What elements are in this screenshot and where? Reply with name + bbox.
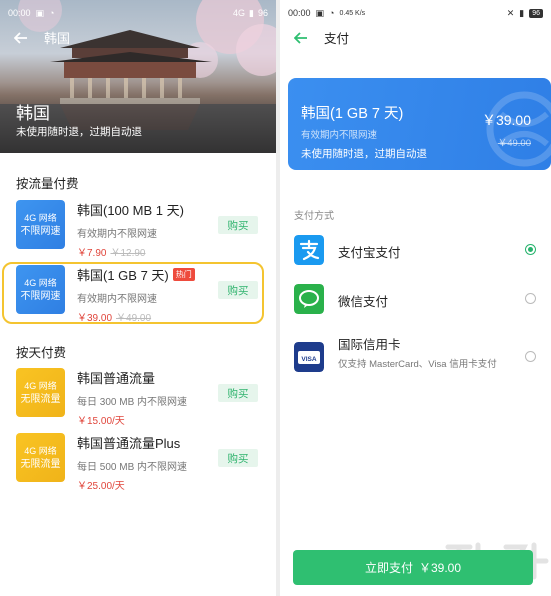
payment-method-alipay[interactable]: 支付宝支付 [294,235,544,265]
network-speed: 0.45 K/s [339,9,366,17]
alipay-icon [294,235,324,265]
network-label: 4G [233,8,246,18]
svg-text:VISA: VISA [301,356,316,363]
plan-item[interactable]: 4G 网络 无限流量 韩国普通流量Plus 每日 500 MB 内不限网速 ￥2… [16,433,264,497]
status-time: 00:00 [288,8,311,18]
plan-price: ￥7.90 [77,248,107,259]
payment-method-label: 支付方式 [294,211,334,222]
order-plan-name: 韩国(1 GB 7 天) [301,106,404,122]
plan-list-screen: 00:00 ▣ ◔ 4G ▮ 96 韩国 韩国 未使用随时退，过期自动退 按流量… [0,0,276,596]
hero-country: 韩国 [16,104,50,123]
radio-unselected[interactable] [525,293,536,304]
top-nav: 支付 [294,28,349,47]
signal-icon: ▮ [519,7,525,18]
nav-title: 支付 [324,32,350,46]
plan-item[interactable]: 4G 网络 不限网速 韩国(100 MB 1 天) 有效期内不限网速 ￥7.90… [16,200,264,264]
payment-method-desc: 仅支持 MasterCard、Visa 信用卡支付 [338,359,497,370]
buy-button[interactable]: 购买 [218,281,258,299]
payment-method-credit-card[interactable]: VISA 国际信用卡 仅支持 MasterCard、Visa 信用卡支付 [294,334,544,372]
back-arrow-icon[interactable] [294,31,308,44]
wifi-icon: ◔ [329,8,335,18]
signal-icon: ▮ [249,7,254,18]
order-refund-note: 未使用随时退，过期自动退 [301,148,427,160]
plan-badge: 4G 网络 不限网速 [16,265,65,314]
hero-banner: 00:00 ▣ ◔ 4G ▮ 96 韩国 韩国 未使用随时退，过期自动退 [0,0,276,153]
hot-badge: 热门 [172,268,195,281]
plan-old-price: ￥12.90 [110,248,146,259]
status-time: 00:00 [8,8,31,18]
plan-name: 韩国(1 GB 7 天) [77,268,169,283]
section-daily-title: 按天付费 [16,346,67,360]
payment-method-name: 国际信用卡 [338,338,401,352]
payment-method-name: 支付宝支付 [338,246,401,260]
order-old-price: ￥49.00 [497,138,531,149]
radio-unselected[interactable] [525,351,536,362]
top-nav: 韩国 [14,28,70,47]
plan-old-price: ￥49.00 [116,313,152,324]
plan-badge: 4G 网络 不限网速 [16,200,65,249]
order-plan-desc: 有效期内不限网速 [301,130,378,141]
notification-icon: ▣ [315,7,325,18]
pay-now-button[interactable]: 立即支付 ￥39.00 [293,550,533,585]
pay-button-amount: ￥39.00 [418,561,462,575]
plan-item[interactable]: 4G 网络 无限流量 韩国普通流量 每日 300 MB 内不限网速 ￥15.00… [16,368,264,432]
mute-icon: ✕ [506,7,515,18]
buy-button[interactable]: 购买 [218,384,258,402]
buy-button[interactable]: 购买 [218,216,258,234]
plan-price-row: ￥7.90 ￥12.90 [77,244,264,259]
section-traffic-title: 按流量付费 [16,177,79,191]
status-bar: 00:00 ▣ ◔ 4G ▮ 96 [8,6,268,20]
payment-method-name: 微信支付 [338,295,389,309]
status-bar: 00:00 ▣ ◔ 0.45 K/s ✕ ▮ 96 [288,6,543,20]
plan-price: ￥39.00 [77,313,113,324]
plan-badge: 4G 网络 无限流量 [16,368,65,417]
hero-subtitle: 未使用随时退，过期自动退 [16,126,142,138]
pay-button-label: 立即支付 [364,561,413,575]
wifi-icon: ◔ [49,8,55,18]
payment-method-wechat[interactable]: 微信支付 [294,284,544,314]
battery-indicator: 96 [257,8,268,18]
battery-indicator: 96 [529,8,543,18]
plan-price: ￥25.00/天 [77,481,125,492]
plan-price: ￥15.00/天 [77,416,125,427]
back-arrow-icon[interactable] [14,31,28,44]
radio-selected[interactable] [525,244,536,255]
visa-icon: VISA [294,342,324,372]
nav-title: 韩国 [44,31,71,46]
plan-badge: 4G 网络 无限流量 [16,433,65,482]
plan-item[interactable]: 4G 网络 不限网速 韩国(1 GB 7 天) 热门 有效期内不限网速 ￥39.… [16,265,264,329]
payment-screen: 00:00 ▣ ◔ 0.45 K/s ✕ ▮ 96 支付 韩国(1 GB 7 天… [280,0,551,596]
plan-price-row: ￥39.00 ￥49.00 [77,309,264,324]
notification-icon: ▣ [35,7,45,18]
order-summary-card: 韩国(1 GB 7 天) 有效期内不限网速 未使用随时退，过期自动退 ￥39.0… [288,78,551,170]
wechat-pay-icon [294,284,324,314]
buy-button[interactable]: 购买 [218,449,258,467]
order-price: ￥39.00 [481,112,531,128]
